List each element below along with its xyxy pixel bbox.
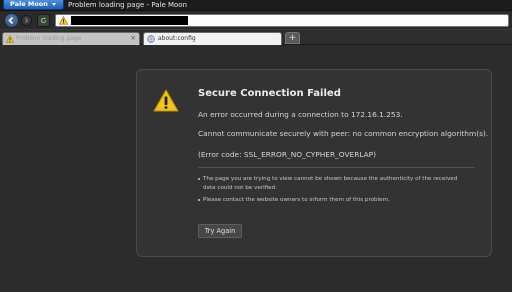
page-content: Secure Connection Failed An error occurr… bbox=[0, 45, 512, 292]
error-detail: Cannot communicate securely with peer: n… bbox=[198, 129, 489, 138]
reload-icon bbox=[40, 17, 47, 24]
tab-label: about:config bbox=[158, 35, 196, 42]
warning-icon bbox=[6, 35, 14, 43]
back-arrow-icon bbox=[8, 17, 14, 24]
warning-icon bbox=[59, 16, 68, 25]
error-title: Secure Connection Failed bbox=[198, 88, 341, 99]
warning-icon bbox=[153, 89, 179, 112]
redacted-url bbox=[71, 16, 188, 25]
error-panel: Secure Connection Failed An error occurr… bbox=[136, 69, 492, 257]
tab-problem-loading[interactable]: Problem loading page × bbox=[2, 32, 140, 45]
back-button[interactable] bbox=[4, 13, 19, 28]
forward-button[interactable] bbox=[21, 15, 32, 26]
page-globe-icon bbox=[147, 35, 155, 43]
forward-arrow-icon bbox=[25, 18, 29, 23]
close-tab-icon[interactable]: × bbox=[130, 33, 136, 44]
title-bar: Pale Moon Problem loading page - Pale Mo… bbox=[0, 0, 512, 11]
tab-about-config[interactable]: about:config bbox=[143, 32, 282, 45]
error-message: An error occurred during a connection to… bbox=[198, 110, 403, 119]
window-title: Problem loading page - Pale Moon bbox=[68, 1, 188, 9]
divider bbox=[198, 167, 475, 168]
new-tab-button[interactable]: + bbox=[285, 32, 300, 44]
tab-strip: Problem loading page × about:config + bbox=[0, 30, 512, 45]
navigation-bar bbox=[0, 11, 512, 30]
app-menu-label: Pale Moon bbox=[10, 0, 48, 8]
list-item: Please contact the website owners to inf… bbox=[198, 197, 390, 203]
dropdown-arrow-icon bbox=[52, 3, 56, 6]
error-code: (Error code: SSL_ERROR_NO_CYPHER_OVERLAP… bbox=[198, 150, 377, 159]
list-item: The page you are trying to view cannot b… bbox=[198, 175, 471, 192]
url-bar[interactable] bbox=[55, 14, 509, 27]
app-menu-button[interactable]: Pale Moon bbox=[3, 0, 64, 10]
tab-label: Problem loading page bbox=[16, 35, 82, 42]
try-again-button[interactable]: Try Again bbox=[198, 224, 242, 238]
reload-button[interactable] bbox=[37, 14, 50, 27]
